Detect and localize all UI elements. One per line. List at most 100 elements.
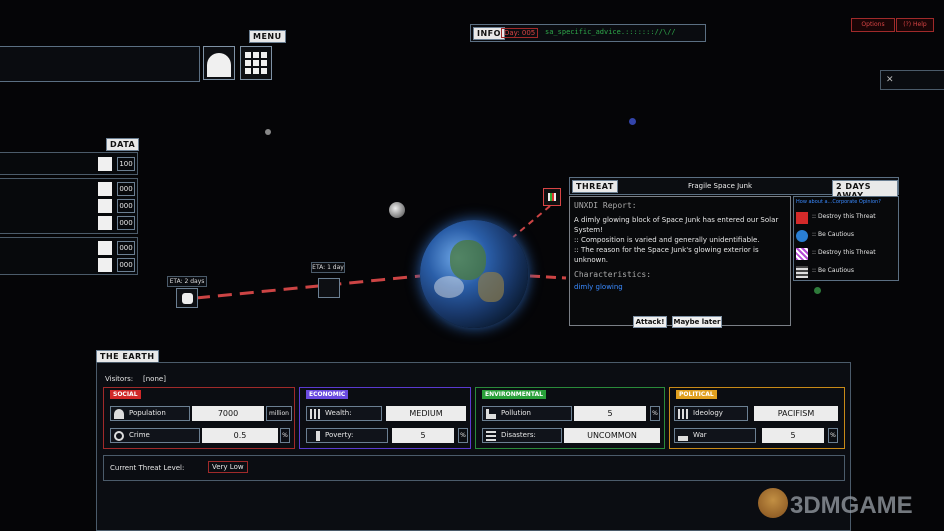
person-icon — [114, 409, 124, 419]
bar-chart-icon — [310, 409, 320, 419]
war-field: War — [674, 428, 756, 443]
tank-icon — [678, 431, 688, 441]
options-button[interactable]: Options — [851, 18, 895, 32]
earth-planet[interactable] — [420, 220, 528, 328]
menu-bar — [0, 46, 200, 82]
poverty-field: Poverty: — [306, 428, 388, 443]
data-value: 000 — [117, 182, 135, 196]
pollution-unit: % — [650, 406, 660, 421]
population-value: 7000 — [192, 406, 264, 421]
flag-icon — [796, 212, 808, 224]
unit-marker-far[interactable] — [176, 288, 198, 308]
pollution-field: Pollution — [482, 406, 572, 421]
eta-near-label: ETA: 1 day — [311, 262, 345, 273]
tech-icon — [98, 157, 112, 171]
opinion-text: :: Be Cautious — [812, 231, 854, 238]
threat-report: UNXDI Report: A dimly glowing block of S… — [569, 196, 791, 326]
handcuffs-icon — [114, 431, 124, 441]
unit-b-icon — [98, 199, 112, 213]
unit-marker-near[interactable] — [318, 278, 340, 298]
data-label: DATA — [106, 138, 140, 151]
pattern-icon — [796, 248, 808, 260]
political-panel: POLITICAL Ideology PACIFISM War 5 % — [669, 387, 845, 449]
unit-d-icon — [98, 241, 112, 255]
social-panel: SOCIAL Population 7000 million Crime 0.5… — [103, 387, 295, 449]
stack-icon — [796, 266, 808, 278]
corporate-opinions: How about a...Corporate Opinion? :: Dest… — [793, 196, 899, 281]
report-title: UNXDI Report: — [574, 201, 637, 210]
population-field: Population — [110, 406, 190, 421]
characteristic-link[interactable]: dimly glowing — [574, 283, 786, 291]
opinion-text: :: Destroy this Threat — [812, 249, 876, 256]
report-line: :: The reason for the Space Junk's glowi… — [574, 246, 759, 264]
watermark-text: 3DMGAME — [790, 492, 913, 519]
economic-panel: ECONOMIC Wealth: MEDIUM Poverty: 5 % — [299, 387, 471, 449]
report-line: :: Composition is varied and generally u… — [574, 236, 760, 244]
grid-button[interactable] — [240, 46, 272, 80]
environmental-tag: ENVIRONMENTAL — [482, 390, 546, 399]
war-unit: % — [828, 428, 838, 443]
unit-a-icon — [98, 182, 112, 196]
opinion-item[interactable]: :: Destroy this Threat — [796, 247, 896, 261]
data-value: 000 — [117, 199, 135, 213]
characteristics-label: Characteristics: — [574, 270, 652, 279]
dome-button[interactable] — [203, 46, 235, 80]
skull-icon — [182, 293, 193, 304]
threat-header: THREAT Fragile Space Junk 2 DAYS AWAY — [569, 177, 899, 202]
ideology-value: PACIFISM — [754, 406, 838, 421]
data-value: 100 — [117, 157, 135, 171]
opinion-text: :: Destroy this Threat — [812, 213, 876, 220]
side-widget[interactable]: ✕ — [880, 70, 944, 90]
dome-icon — [207, 53, 231, 77]
opinion-item[interactable]: :: Be Cautious — [796, 229, 896, 243]
wealth-value: MEDIUM — [386, 406, 466, 421]
info-bar: INFO Day: 005 sa_specific_advice.:::::::… — [470, 24, 706, 42]
opinion-item[interactable]: :: Be Cautious — [796, 265, 896, 279]
threat-name: Fragile Space Junk — [688, 182, 753, 190]
attack-button[interactable]: Attack! — [633, 316, 667, 328]
poverty-value: 5 — [392, 428, 454, 443]
data-value: 000 — [117, 241, 135, 255]
disaster-icon — [486, 431, 496, 441]
person-icon — [98, 258, 112, 272]
disasters-field: Disasters: — [482, 428, 562, 443]
maybe-later-button[interactable]: Maybe later — [672, 316, 722, 328]
data-group: 000 000 000 — [0, 178, 138, 234]
crime-unit: % — [280, 428, 290, 443]
space-junk-marker[interactable] — [543, 188, 561, 206]
poverty-unit: % — [458, 428, 468, 443]
crime-field: Crime — [110, 428, 200, 443]
help-button[interactable]: (?) Help — [896, 18, 934, 32]
visitors-value: [none] — [143, 375, 166, 383]
menu-label: MENU — [249, 30, 286, 43]
opinion-item[interactable]: :: Destroy this Threat — [796, 211, 896, 225]
social-tag: SOCIAL — [110, 390, 141, 399]
columns-icon — [678, 409, 688, 419]
population-unit: million — [266, 406, 292, 421]
bar-icon — [310, 431, 320, 441]
threat-level-label: Current Threat Level: — [110, 464, 185, 472]
wealth-field: Wealth: — [306, 406, 382, 421]
disasters-value: UNCOMMON — [564, 428, 660, 443]
day-counter: Day: 005 — [501, 28, 539, 38]
economic-tag: ECONOMIC — [306, 390, 349, 399]
threat-level-bar: Current Threat Level: Very Low — [103, 455, 845, 481]
earth-panel: Visitors: [none] SOCIAL Population 7000 … — [96, 362, 851, 531]
threat-level-value: Very Low — [208, 461, 248, 473]
pollution-value: 5 — [574, 406, 646, 421]
war-value: 5 — [762, 428, 824, 443]
data-value: 000 — [117, 216, 135, 230]
ideology-field: Ideology — [674, 406, 748, 421]
globe-icon — [796, 230, 808, 242]
data-row: 100 — [0, 152, 138, 175]
unit-c-icon — [98, 216, 112, 230]
eta-far-label: ETA: 2 days — [167, 276, 207, 287]
factory-icon — [486, 409, 496, 419]
arrows-icon: ✕ — [886, 75, 894, 85]
crime-value: 0.5 — [202, 428, 278, 443]
data-group: 000 000 — [0, 237, 138, 275]
threat-label: THREAT — [572, 180, 618, 193]
opinions-title: How about a...Corporate Opinion? — [796, 199, 881, 205]
advice-text: sa_specific_advice.::::::://\// — [545, 28, 676, 36]
report-line: A dimly glowing block of Space Junk has … — [574, 216, 779, 234]
